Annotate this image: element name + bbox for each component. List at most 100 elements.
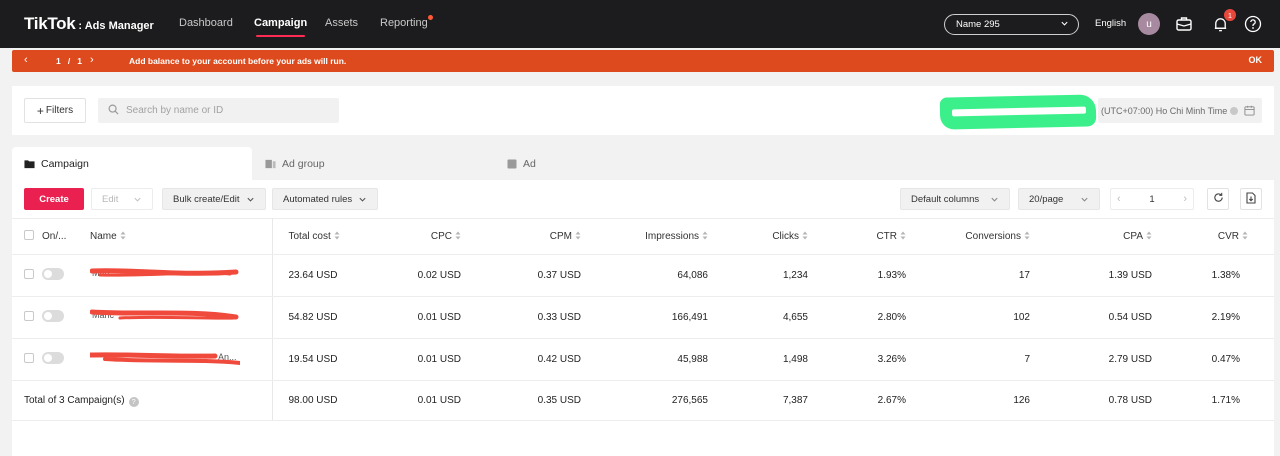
total-label-cell: Total of 3 Campaign(s)? [12,380,273,421]
sort-icon [575,231,581,243]
help-icon[interactable]: ? [128,396,139,407]
edit-dropdown[interactable]: Edit [91,188,153,210]
impressions-cell: 166,491 [589,296,716,339]
nav-assets[interactable]: Assets [325,17,358,29]
folder-icon [24,159,35,169]
col-total-cost-label: Total cost [288,230,331,242]
cvr-cell: 1.38% [1160,254,1274,297]
col-name[interactable]: Name [84,218,273,255]
banner-ok-button[interactable]: OK [1249,55,1263,65]
col-ctr-label: CTR [876,230,897,242]
nav-reporting-label: Reporting [380,17,428,29]
create-button[interactable]: Create [24,188,84,210]
automated-rules-dropdown[interactable]: Automated rules [272,188,379,210]
tab-campaign[interactable]: Campaign [12,147,252,180]
col-cpc[interactable]: CPC [349,218,469,255]
col-cpa[interactable]: CPA [1038,218,1160,255]
date-range-redaction [951,106,1087,117]
clicks-cell: 4,655 [716,296,816,339]
sort-icon [334,231,340,243]
cpa-cell: 1.39 USD [1038,254,1160,297]
cpa-total: 0.78 USD [1038,380,1160,421]
banner-page-total: 1 [77,56,83,66]
col-cpm[interactable]: CPM [469,218,589,255]
campaign-name-cell[interactable]: An... [84,338,273,381]
balance-alert-banner: ‹ 1 / 1 › Add balance to your account be… [12,50,1274,72]
tiktok-ads-manager-logo[interactable]: TikTok : Ads Manager [24,14,154,34]
tab-ad[interactable]: Ad [507,147,536,180]
cvr-total: 1.71% [1160,380,1274,421]
cpa-cell: 0.54 USD [1038,296,1160,339]
export-button[interactable] [1240,188,1262,210]
tab-ad-label: Ad [523,157,536,170]
filters-label: Filters [45,105,74,116]
ctr-total: 2.67% [816,380,914,421]
col-clicks[interactable]: Clicks [716,218,816,255]
account-selector[interactable]: Name 295 [944,14,1079,35]
tab-ad-group[interactable]: Ad group [265,147,325,180]
date-range-picker-redacted[interactable] [939,94,1097,130]
cpm-cell: 0.33 USD [469,296,589,339]
campaign-name-cell[interactable]: Manc [84,296,273,339]
banner-next-icon[interactable]: › [90,54,94,66]
row-status-toggle[interactable] [42,296,84,339]
row-status-toggle[interactable] [42,254,84,297]
next-page-icon[interactable]: › [1183,193,1187,205]
col-clicks-label: Clicks [772,230,799,242]
info-icon [1230,106,1239,115]
cpc-total: 0.01 USD [349,380,469,421]
sort-icon [900,231,906,243]
cpa-cell: 2.79 USD [1038,338,1160,381]
table-row[interactable]: Manc 54.82 USD 0.01 USD 0.33 USD 166,491… [12,296,1274,339]
ad-icon [507,159,517,169]
nav-campaign-label: Campaign [254,17,308,29]
columns-label: Default columns [911,193,980,205]
notification-badge: 1 [1224,9,1236,21]
table-row[interactable]: Mun 23.64 USD 0.02 USD 0.37 USD 64,086 1… [12,254,1274,297]
campaign-table-card: Create Edit Bulk create/Edit Automated r… [12,180,1274,456]
pagination: ‹ 1 › [1110,188,1194,210]
timezone-label: (UTC+07:00) Ho Chi Minh Time [1101,105,1228,116]
banner-pager: 1 / 1 [56,56,82,66]
cpm-total: 0.35 USD [469,380,589,421]
timezone-selector[interactable]: (UTC+07:00) Ho Chi Minh Time [1098,98,1262,123]
banner-prev-icon[interactable]: ‹ [24,54,28,66]
row-status-toggle[interactable] [42,338,84,381]
campaign-name-cell[interactable]: Mun [84,254,273,297]
col-cpa-label: CPA [1123,230,1143,242]
select-all-checkbox[interactable] [12,218,42,255]
row-checkbox[interactable] [12,338,42,381]
sort-icon [802,231,808,243]
col-ctr[interactable]: CTR [816,218,914,255]
checkbox [24,230,34,240]
nav-dashboard[interactable]: Dashboard [179,17,233,29]
filters-button[interactable]: + Filters [24,98,86,123]
page-size-dropdown[interactable]: 20/page [1018,188,1100,210]
sort-icon [1242,231,1248,243]
col-cvr-label: CVR [1217,230,1239,242]
impressions-cell: 64,086 [589,254,716,297]
col-onoff[interactable]: On/... [42,218,84,255]
refresh-button[interactable] [1207,188,1229,210]
cvr-cell: 0.47% [1160,338,1274,381]
search-input[interactable]: Search by name or ID [98,98,339,123]
row-checkbox[interactable] [12,254,42,297]
col-conversions[interactable]: Conversions [914,218,1038,255]
bulk-create-edit-dropdown[interactable]: Bulk create/Edit [162,188,266,210]
col-impressions[interactable]: Impressions [589,218,716,255]
nav-campaign[interactable]: Campaign [254,17,308,37]
help-icon[interactable] [1243,14,1263,34]
row-checkbox[interactable] [12,296,42,339]
prev-page-icon[interactable]: ‹ [1117,193,1121,205]
avatar[interactable]: u [1138,13,1160,35]
col-total-cost[interactable]: Total cost [272,218,349,255]
briefcase-icon[interactable] [1174,14,1194,34]
nav-reporting[interactable]: Reporting [380,15,433,29]
col-cvr[interactable]: CVR [1160,218,1274,255]
language-switch[interactable]: English [1095,18,1126,29]
search-placeholder: Search by name or ID [126,105,224,116]
columns-dropdown[interactable]: Default columns [900,188,1010,210]
clicks-cell: 1,498 [716,338,816,381]
current-page[interactable]: 1 [1149,194,1154,205]
table-row[interactable]: An... 19.54 USD 0.01 USD 0.42 USD 45,988… [12,338,1274,381]
